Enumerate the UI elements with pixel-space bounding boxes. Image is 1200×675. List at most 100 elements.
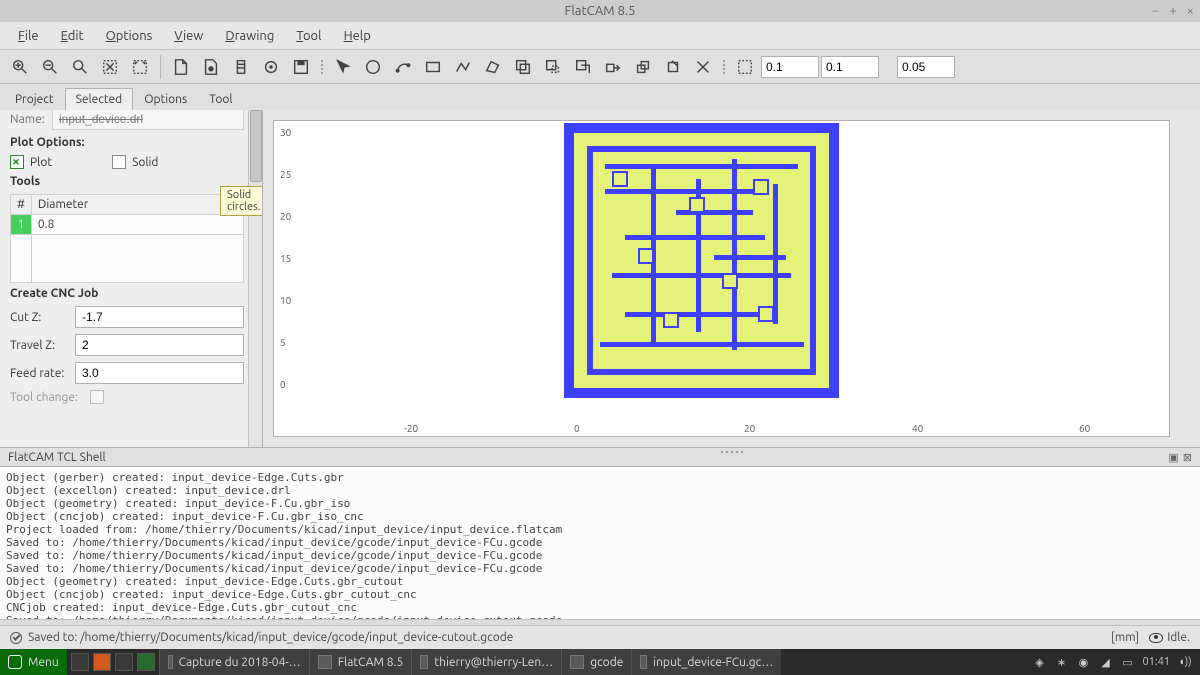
task-capture[interactable]: Capture du 2018-04-… (159, 649, 309, 675)
shell-float-icon[interactable]: ▣ (1168, 451, 1178, 464)
menu-tool[interactable]: Tool (286, 25, 331, 47)
system-tray: ◈ ∗ ◉ ◢ ▭ 01:41 ◖)) (1024, 649, 1200, 675)
status-saved-icon (10, 632, 22, 644)
eye-icon (1149, 633, 1163, 643)
tcl-shell[interactable]: Object (gerber) created: input_device-Ed… (0, 467, 1200, 619)
buffer-tool-icon[interactable] (659, 53, 687, 81)
plot-label: Plot (30, 156, 52, 169)
window-titlebar: FlatCAM 8.5 − + × (0, 0, 1200, 22)
volume-icon[interactable]: ◖)) (1178, 655, 1192, 669)
grid-x-input[interactable] (761, 56, 819, 78)
minimize-button[interactable]: − (1152, 4, 1159, 18)
travelz-input[interactable] (75, 334, 244, 356)
name-label: Name: (10, 113, 52, 126)
chevron-down-icon[interactable]: ▼ (225, 198, 237, 212)
solid-checkbox[interactable] (112, 155, 126, 169)
shield-icon[interactable]: ◈ (1032, 655, 1046, 669)
feedrate-label: Feed rate: (10, 367, 75, 380)
rectangle-tool-icon[interactable] (419, 53, 447, 81)
tool-row-diam[interactable]: 0.8 (31, 215, 243, 235)
start-menu[interactable]: Menu (0, 649, 67, 675)
open-excellon-icon[interactable] (227, 53, 255, 81)
status-units: [mm] (1111, 631, 1139, 644)
feedrate-input[interactable] (75, 362, 244, 384)
zoom-fit-icon[interactable] (66, 53, 94, 81)
shell-close-icon[interactable]: ⊠ (1183, 451, 1192, 464)
menu-edit[interactable]: Edit (51, 25, 94, 47)
y-tick: 20 (280, 211, 291, 222)
x-tick: 0 (574, 423, 580, 434)
terminal-icon (420, 655, 428, 669)
delete-tool-icon[interactable] (689, 53, 717, 81)
cutz-input[interactable] (75, 306, 244, 328)
task-gcode[interactable]: input_device-FCu.gc… (631, 649, 781, 675)
open-gerber-icon[interactable] (197, 53, 225, 81)
union-tool-icon[interactable] (509, 53, 537, 81)
cnc-job-label: Create CNC Job (10, 287, 244, 300)
toolchange-checkbox[interactable] (90, 390, 104, 404)
zoom-in-icon[interactable] (6, 53, 34, 81)
task-files[interactable]: gcode (561, 649, 631, 675)
clear-plot-icon[interactable] (96, 53, 124, 81)
cutz-label: Cut Z: (10, 311, 75, 324)
battery-icon[interactable]: ▭ (1120, 655, 1134, 669)
grid-icon[interactable] (731, 53, 759, 81)
wifi-icon[interactable]: ◢ (1098, 655, 1112, 669)
close-button[interactable]: × (1187, 4, 1194, 18)
menu-options[interactable]: Options (96, 25, 163, 47)
circle-tool-icon[interactable] (359, 53, 387, 81)
y-tick: 25 (280, 169, 291, 180)
user-icon[interactable]: ◉ (1076, 655, 1090, 669)
tool-row-idx[interactable]: 1 (11, 215, 32, 235)
polygon-tool-icon[interactable] (479, 53, 507, 81)
zoom-out-icon[interactable] (36, 53, 64, 81)
tab-project[interactable]: Project (4, 88, 65, 111)
tools-table[interactable]: # Diameter ▼ 1 0.8 (10, 194, 244, 283)
maximize-button[interactable]: + (1169, 4, 1176, 18)
tabbar: Project Selected Options Tool (0, 84, 1200, 110)
tab-options[interactable]: Options (133, 88, 198, 111)
save-project-icon[interactable] (287, 53, 315, 81)
tab-selected[interactable]: Selected (65, 88, 134, 111)
copy-tool-icon[interactable] (569, 53, 597, 81)
taskbar: Menu Capture du 2018-04-… FlatCAM 8.5 th… (0, 649, 1200, 675)
plot-area[interactable]: 30 25 20 15 10 5 0 -20 0 20 40 60 (263, 110, 1200, 447)
plot-canvas[interactable]: 30 25 20 15 10 5 0 -20 0 20 40 60 (273, 120, 1170, 437)
x-tick: 40 (912, 423, 923, 434)
open-gcode-icon[interactable] (257, 53, 285, 81)
menu-drawing[interactable]: Drawing (215, 25, 284, 47)
show-desktop-icon[interactable] (71, 653, 89, 671)
clock[interactable]: 01:41 (1142, 656, 1170, 668)
start-menu-label: Menu (28, 656, 59, 669)
new-file-icon[interactable] (167, 53, 195, 81)
arc-tool-icon[interactable] (389, 53, 417, 81)
toolchange-label: Tool change: (10, 391, 90, 404)
replot-icon[interactable] (126, 53, 154, 81)
menu-help[interactable]: Help (334, 25, 381, 47)
move-tool-icon[interactable] (599, 53, 627, 81)
menubar: File Edit Options View Drawing Tool Help (0, 22, 1200, 50)
status-idle: Idle. (1167, 631, 1190, 644)
tab-tool[interactable]: Tool (198, 88, 243, 111)
tcl-shell-label: FlatCAM TCL Shell (8, 451, 106, 464)
polyline-tool-icon[interactable] (449, 53, 477, 81)
image-icon (168, 655, 173, 669)
rotate-tool-icon[interactable] (629, 53, 657, 81)
toolbar (0, 50, 1200, 84)
grid-y-input[interactable] (821, 56, 879, 78)
plot-checkbox[interactable] (10, 155, 24, 169)
bluetooth-icon[interactable]: ∗ (1054, 655, 1068, 669)
task-terminal[interactable]: thierry@thierry-Len… (411, 649, 561, 675)
side-scrollbar[interactable] (248, 110, 262, 447)
menu-view[interactable]: View (164, 25, 213, 47)
task-flatcam[interactable]: FlatCAM 8.5 (309, 649, 411, 675)
terminal-icon[interactable] (115, 653, 133, 671)
subtract-tool-icon[interactable] (539, 53, 567, 81)
firefox-icon[interactable] (93, 653, 111, 671)
menu-file[interactable]: File (8, 25, 49, 47)
snap-input[interactable] (897, 56, 955, 78)
pointer-icon[interactable] (329, 53, 357, 81)
plot-resize-handle[interactable] (721, 451, 743, 453)
files-icon[interactable] (137, 653, 155, 671)
name-input[interactable] (52, 110, 244, 130)
